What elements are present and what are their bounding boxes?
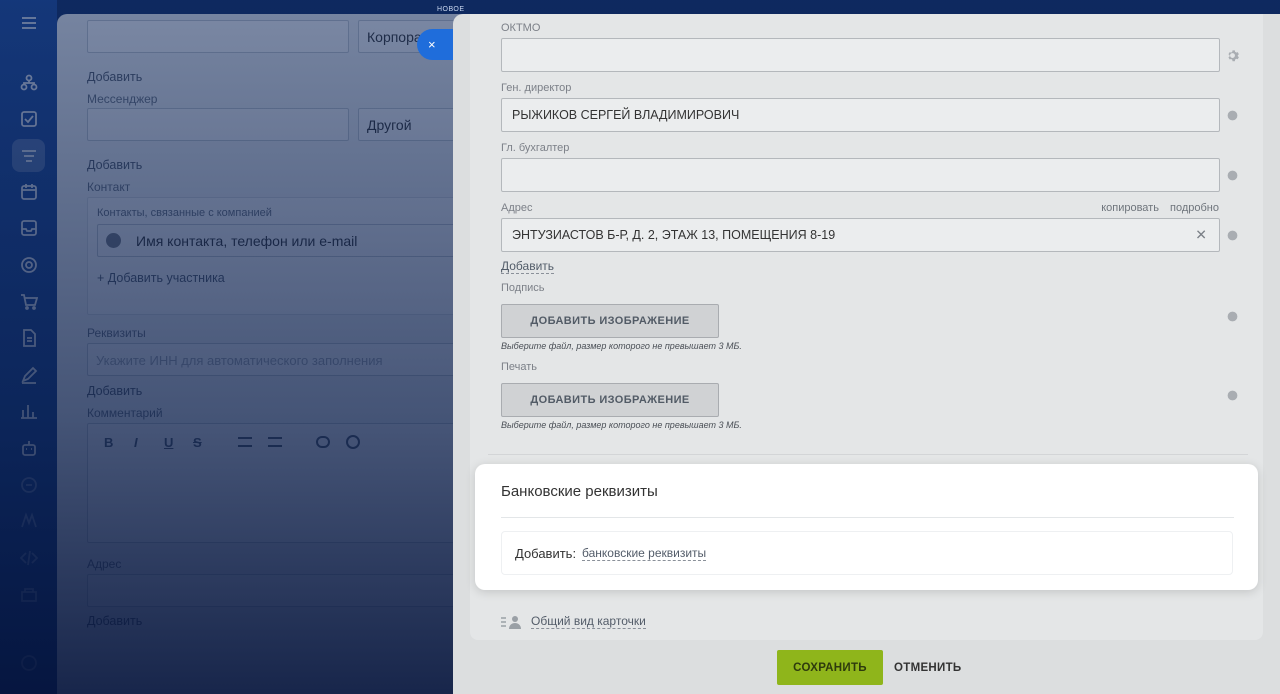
new-badge: НОВОЕ [437,6,465,13]
gear-icon[interactable] [1224,227,1240,243]
address-value: ЭНТУЗИАСТОВ Б-Р, Д. 2, ЭТАЖ 13, ПОМЕЩЕНИ… [512,228,836,242]
address-input-bg[interactable] [87,574,477,607]
bank-add-label: Добавить: [515,546,577,561]
section-divider [488,454,1248,455]
add-phone-link[interactable]: Добавить [87,70,142,84]
add-signature-button[interactable]: ДОБАВИТЬ ИЗОБРАЖЕНИЕ [501,304,719,338]
add-requisites-link[interactable]: Добавить [87,384,142,398]
target-icon[interactable] [16,252,42,278]
gear-icon[interactable] [1224,387,1240,403]
add-stamp-button[interactable]: ДОБАВИТЬ ИЗОБРАЖЕНИЕ [501,383,719,417]
contact-label: Контакт [87,180,131,194]
mention-icon[interactable] [346,435,360,449]
requisites-placeholder: Укажите ИНН для автоматического заполнен… [96,353,383,368]
address-details-link[interactable]: подробно [1170,202,1219,214]
add-messenger-link[interactable]: Добавить [87,158,142,172]
messenger-label: Мессенджер [87,92,158,106]
tasks-icon[interactable] [16,106,42,132]
user-icon [106,233,121,248]
gear-icon[interactable] [1224,47,1240,63]
phone-type-value: Корпора [367,29,422,45]
requisites-label: Реквизиты [87,326,146,340]
add-address-link[interactable]: Добавить [87,614,142,628]
requisites-slider: ОКТМО Ген. директор РЫЖИКОВ СЕРГЕЙ ВЛАДИ… [453,14,1280,694]
save-button[interactable]: СОХРАНИТЬ [777,650,883,685]
marketplace-icon[interactable] [16,582,42,608]
close-icon: × [428,37,436,52]
panel-footer: СОХРАНИТЬ ОТМЕНИТЬ [453,640,1280,694]
contacts-related-label: Контакты, связанные с компанией [97,207,272,219]
gear-icon[interactable] [1224,308,1240,324]
comment-editor[interactable]: B I U S [87,423,477,543]
signature-label: Подпись [501,282,545,294]
analytics-icon[interactable] [16,398,42,424]
menu-icon[interactable] [16,10,42,36]
requisites-input[interactable]: Укажите ИНН для автоматического заполнен… [87,343,477,376]
clear-address-icon[interactable]: ✕ [1195,227,1207,244]
inbox-icon[interactable] [16,215,42,241]
close-slider-button[interactable]: × [417,29,455,60]
bank-add-box: Добавить: банковские реквизиты [501,531,1233,575]
address-label: Адрес [501,202,533,214]
code-icon[interactable] [16,545,42,571]
address-label-bg: Адрес [87,557,122,571]
comment-label: Комментарий [87,406,163,420]
bank-details-card: Банковские реквизиты Добавить: банковски… [475,464,1258,590]
contact-block: Контакты, связанные с компанией Имя конт… [87,197,477,315]
sitemap-icon[interactable] [16,70,42,96]
director-label: Ген. директор [501,82,572,94]
crm-funnel-icon[interactable] [12,139,45,172]
general-view-label: Общий вид карточки [531,614,646,629]
background-form: Корпора Добавить Мессенджер Другой Добав… [57,14,477,694]
support-icon[interactable] [16,472,42,498]
left-nav [0,0,57,694]
italic-button[interactable]: I [134,435,138,450]
bullet-list-icon[interactable] [268,437,282,447]
document-icon[interactable] [16,325,42,351]
help-icon[interactable] [16,650,42,676]
add-participant-link[interactable]: + Добавить участника [97,271,225,285]
oktmo-input[interactable] [501,38,1220,72]
link-icon[interactable] [316,436,330,448]
bank-details-title: Банковские реквизиты [501,483,658,500]
stamp-label: Печать [501,361,538,373]
messenger-input[interactable] [87,108,349,141]
robot-icon[interactable] [16,435,42,461]
numbered-list-icon[interactable] [238,437,252,447]
cart-icon[interactable] [16,289,42,315]
add-field-link[interactable]: Добавить [501,259,555,274]
contact-search-input[interactable]: Имя контакта, телефон или e-mail [97,224,477,257]
oktmo-label: ОКТМО [501,22,541,34]
accountant-label: Гл. бухгалтер [501,142,570,154]
add-bank-details-link[interactable]: банковские реквизиты [582,547,707,561]
gear-icon[interactable] [1224,107,1240,123]
director-value: РЫЖИКОВ СЕРГЕЙ ВЛАДИМИРОВИЧ [512,108,740,122]
contact-placeholder: Имя контакта, телефон или e-mail [136,233,358,249]
address-actions: копировать подробно [1093,202,1219,214]
bank-title-divider [501,517,1234,518]
sign-icon[interactable] [16,362,42,388]
sites-icon[interactable] [16,508,42,534]
bold-button[interactable]: B [104,435,113,450]
general-view-link[interactable]: Общий вид карточки [501,615,646,629]
signature-hint: Выберите файл, размер которого не превыш… [501,341,742,351]
copy-address-link[interactable]: копировать [1101,202,1159,214]
strikethrough-button[interactable]: S [193,435,202,450]
gear-icon[interactable] [1224,167,1240,183]
director-input[interactable]: РЫЖИКОВ СЕРГЕЙ ВЛАДИМИРОВИЧ [501,98,1220,132]
underline-button[interactable]: U [164,435,173,450]
address-input[interactable]: ЭНТУЗИАСТОВ Б-Р, Д. 2, ЭТАЖ 13, ПОМЕЩЕНИ… [501,218,1220,252]
phone-input[interactable] [87,20,349,53]
cancel-button[interactable]: ОТМЕНИТЬ [894,650,961,685]
messenger-type-value: Другой [367,117,412,133]
users-icon [501,616,521,629]
stamp-hint: Выберите файл, размер которого не превыш… [501,420,742,430]
accountant-input[interactable] [501,158,1220,192]
calendar-icon[interactable] [16,179,42,205]
